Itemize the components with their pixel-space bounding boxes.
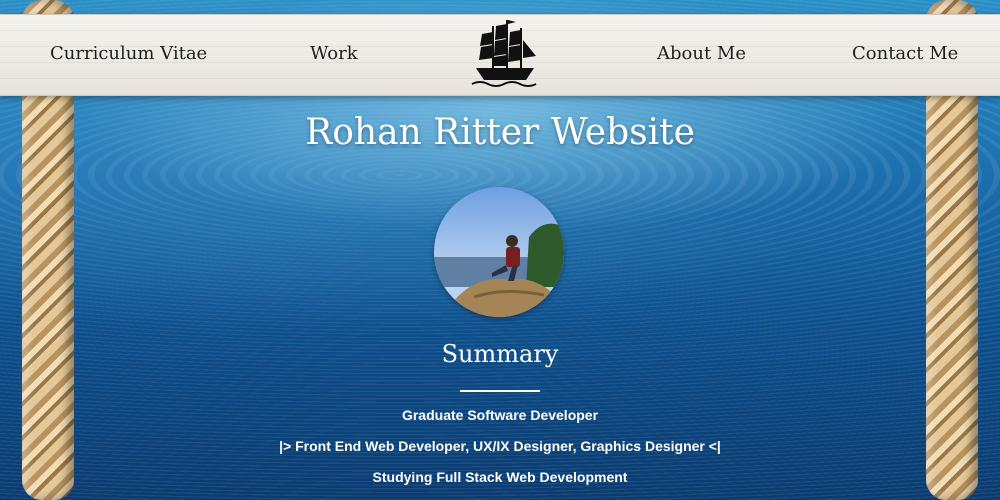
page-title: Rohan Ritter Website: [305, 112, 695, 153]
profile-photo: [434, 187, 564, 317]
sailing-ship-icon[interactable]: [470, 16, 540, 90]
summary-line: |> Front End Web Developer, UX/IX Design…: [279, 438, 721, 454]
summary-line: Studying Full Stack Web Development: [372, 469, 628, 485]
nav-link-contact-me[interactable]: Contact Me: [852, 43, 958, 64]
summary-line: Graduate Software Developer: [401, 407, 599, 423]
nav-link-curriculum-vitae[interactable]: Curriculum Vitae: [50, 43, 207, 64]
summary-divider: [460, 390, 540, 392]
nav-link-work[interactable]: Work: [310, 43, 358, 64]
summary-heading: Summary: [441, 340, 559, 368]
nav-link-about-me[interactable]: About Me: [657, 43, 746, 64]
